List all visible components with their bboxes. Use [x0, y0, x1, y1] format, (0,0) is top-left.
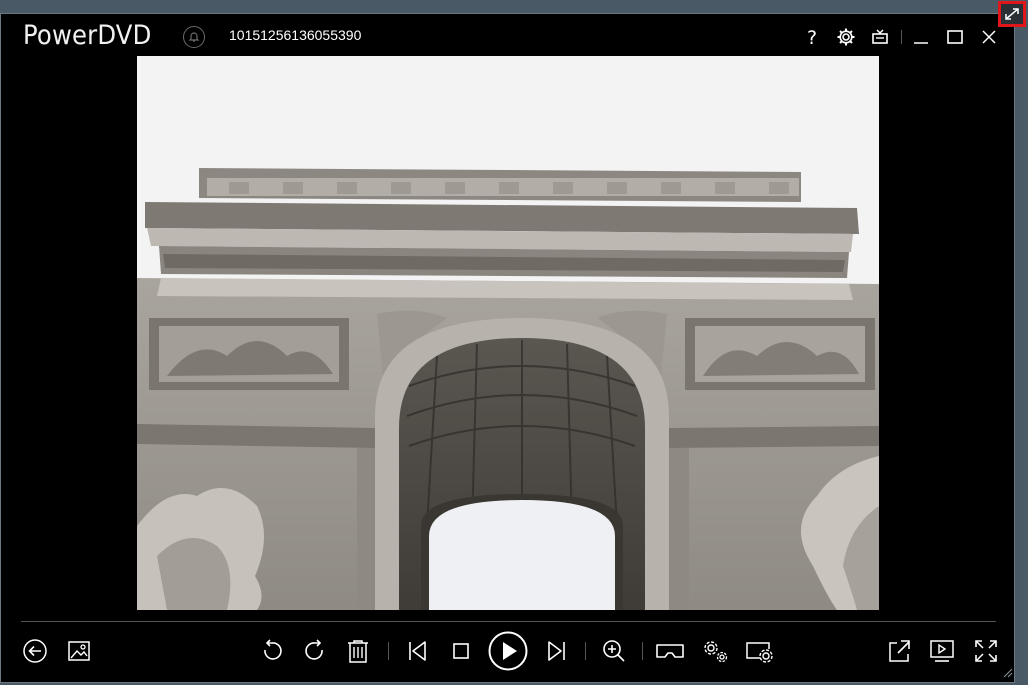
controls-divider: [21, 621, 996, 622]
window-resize-icon[interactable]: [998, 1, 1026, 27]
previous-icon[interactable]: [400, 634, 434, 668]
help-icon[interactable]: ?: [799, 24, 825, 50]
gallery-icon[interactable]: [62, 634, 96, 668]
rotate-left-icon[interactable]: [255, 634, 289, 668]
stop-icon[interactable]: [444, 634, 478, 668]
resize-grip-icon[interactable]: [1003, 668, 1013, 678]
minimize-icon[interactable]: [908, 24, 934, 50]
vr-icon[interactable]: [653, 634, 687, 668]
file-title: 10151256136055390: [229, 27, 362, 43]
gear-icon[interactable]: [833, 24, 859, 50]
delete-icon[interactable]: [341, 634, 375, 668]
player-window: PowerDVD 10151256136055390 ?: [0, 13, 1015, 683]
slideshow-settings-icon[interactable]: [698, 634, 732, 668]
photo-viewer[interactable]: [137, 56, 879, 610]
tv-icon[interactable]: [867, 24, 893, 50]
cast-icon[interactable]: [925, 634, 959, 668]
close-icon[interactable]: [976, 24, 1002, 50]
fullscreen-icon[interactable]: [969, 634, 1003, 668]
controls-divider-2: [585, 642, 586, 660]
next-icon[interactable]: [540, 634, 574, 668]
controls-divider-1: [388, 642, 389, 660]
app-logo: PowerDVD: [23, 20, 152, 51]
titlebar-divider: [901, 30, 902, 44]
title-bar: PowerDVD 10151256136055390 ?: [1, 14, 1014, 58]
back-icon[interactable]: [18, 634, 52, 668]
svg-text:?: ?: [807, 27, 817, 47]
maximize-icon[interactable]: [942, 24, 968, 50]
share-icon[interactable]: [882, 634, 916, 668]
arc-de-triomphe-photo: [137, 56, 879, 610]
effects-settings-icon[interactable]: [742, 634, 776, 668]
controls-divider-3: [642, 642, 643, 660]
play-icon[interactable]: [487, 630, 529, 672]
notification-bell-icon[interactable]: [183, 26, 205, 48]
zoom-in-icon[interactable]: [597, 634, 631, 668]
rotate-right-icon[interactable]: [298, 634, 332, 668]
